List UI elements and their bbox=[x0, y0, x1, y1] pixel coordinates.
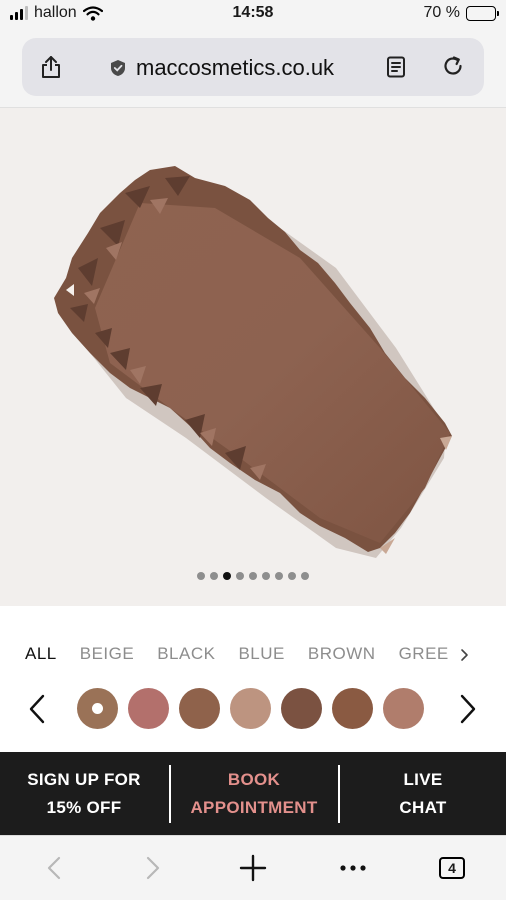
carousel-dot[interactable] bbox=[236, 572, 244, 580]
powder-swatch-image bbox=[54, 166, 452, 558]
reload-icon[interactable] bbox=[442, 55, 464, 77]
browser-header: maccosmetics.co.uk bbox=[0, 30, 506, 108]
status-bar: hallon 14:58 70 % bbox=[0, 0, 506, 30]
carousel-dot[interactable] bbox=[210, 572, 218, 580]
carousel-dot[interactable] bbox=[249, 572, 257, 580]
shade-swatch[interactable] bbox=[128, 688, 169, 729]
tabs-button[interactable]: 4 bbox=[439, 857, 465, 879]
live-chat-button[interactable]: LIVE CHAT bbox=[340, 766, 506, 822]
product-image-carousel[interactable] bbox=[0, 108, 506, 606]
new-tab-icon[interactable] bbox=[239, 854, 267, 882]
carousel-dot[interactable] bbox=[197, 572, 205, 580]
filter-tab-black[interactable]: BLACK bbox=[157, 644, 215, 664]
cta-bar: SIGN UP FOR 15% OFF BOOK APPOINTMENT LIV… bbox=[0, 752, 506, 835]
filter-tabs: ALL BEIGE BLACK BLUE BROWN GREE bbox=[25, 644, 455, 666]
shade-swatch[interactable] bbox=[281, 688, 322, 729]
book-appointment-button[interactable]: BOOK APPOINTMENT bbox=[170, 766, 338, 822]
shade-swatch[interactable] bbox=[77, 688, 118, 729]
filter-tab-brown[interactable]: BROWN bbox=[308, 644, 376, 664]
battery-icon bbox=[466, 5, 499, 21]
filter-tab-green[interactable]: GREE bbox=[399, 644, 449, 664]
shade-swatch[interactable] bbox=[179, 688, 220, 729]
shade-selector bbox=[0, 680, 506, 740]
back-icon[interactable] bbox=[44, 854, 64, 882]
chevron-left-icon[interactable] bbox=[27, 693, 47, 725]
carousel-dot[interactable] bbox=[223, 572, 231, 580]
carousel-dot[interactable] bbox=[288, 572, 296, 580]
filter-tab-beige[interactable]: BEIGE bbox=[80, 644, 134, 664]
address-bar[interactable]: maccosmetics.co.uk bbox=[22, 38, 484, 96]
battery-percent: 70 % bbox=[423, 4, 460, 21]
browser-toolbar: 4 bbox=[0, 835, 506, 900]
carousel-dot[interactable] bbox=[275, 572, 283, 580]
shield-icon bbox=[111, 60, 125, 76]
filter-tab-all[interactable]: ALL bbox=[25, 644, 57, 664]
reader-icon[interactable] bbox=[386, 56, 406, 78]
shade-swatch[interactable] bbox=[383, 688, 424, 729]
shade-swatch[interactable] bbox=[230, 688, 271, 729]
filter-tab-blue[interactable]: BLUE bbox=[238, 644, 284, 664]
chevron-right-icon[interactable] bbox=[459, 648, 469, 662]
forward-icon[interactable] bbox=[143, 854, 163, 882]
carousel-dot[interactable] bbox=[301, 572, 309, 580]
shade-swatch[interactable] bbox=[332, 688, 373, 729]
more-icon[interactable] bbox=[339, 864, 367, 872]
chevron-right-icon[interactable] bbox=[458, 693, 478, 725]
signup-offer-button[interactable]: SIGN UP FOR 15% OFF bbox=[0, 766, 168, 822]
carousel-pagination[interactable] bbox=[0, 572, 506, 580]
carousel-dot[interactable] bbox=[262, 572, 270, 580]
share-icon[interactable] bbox=[40, 55, 62, 79]
url-text[interactable]: maccosmetics.co.uk bbox=[136, 55, 334, 81]
